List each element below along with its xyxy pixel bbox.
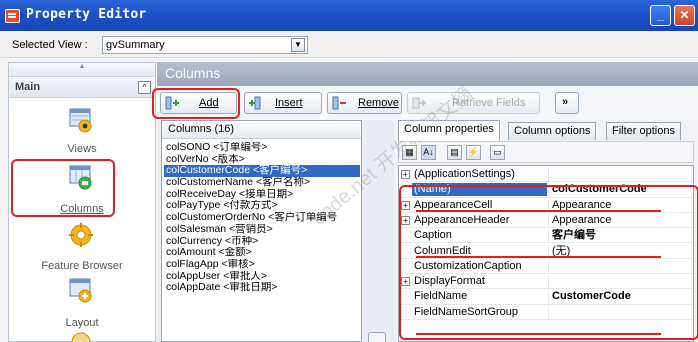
property-grid-toolbar: ▦ A↓ ▤ ⚡ ▭ [398, 141, 694, 163]
column-properties-panel: Column properties Column options Filter … [394, 120, 698, 342]
views-icon [66, 107, 96, 133]
partial-nav-icon [66, 332, 96, 342]
insert-button-label: Insert [275, 97, 303, 109]
annotation-fieldname-underline [416, 333, 661, 335]
nav-label-feature-browser: Feature Browser [41, 260, 123, 272]
minimize-button[interactable]: _ [650, 5, 671, 26]
nav-label-views: Views [67, 143, 97, 155]
more-actions-button[interactable]: » [555, 92, 579, 114]
list-item[interactable]: colSONO <订单编号> [164, 142, 360, 154]
feature-browser-icon [66, 222, 96, 248]
list-item[interactable]: colAppUser <审批人> [164, 271, 360, 283]
list-item[interactable]: colVerNo <版本> [164, 154, 360, 166]
columns-list-header: Columns (16) [162, 121, 361, 139]
properties-view-icon[interactable]: ▤ [447, 145, 462, 160]
navigation-panel: ▲ Main ^ Views Columns Feature Browser L… [8, 62, 156, 342]
expand-icon[interactable]: + [401, 170, 410, 179]
insert-button[interactable]: Insert [244, 92, 322, 114]
close-button[interactable]: ✕ [674, 5, 695, 26]
selected-view-label: Selected View : [12, 39, 88, 51]
annotation-properties-highlight [399, 185, 698, 340]
list-item[interactable]: colCustomerCode <客户编号> [164, 165, 360, 178]
list-item[interactable]: colCurrency <币种> [164, 236, 360, 248]
insert-column-icon [249, 96, 263, 110]
view-selector-row: Selected View : gvSummary ▼ [0, 31, 698, 58]
nav-group-main[interactable]: Main ^ [9, 78, 155, 98]
columns-list[interactable]: Columns (16) colSONO <订单编号> colVerNo <版本>… [161, 120, 362, 342]
more-actions-icon: » [562, 96, 569, 108]
window-title: Property Editor [26, 7, 147, 22]
scroll-up-button[interactable]: ▲ [9, 63, 155, 77]
app-icon [5, 9, 20, 23]
annotation-add-highlight [152, 88, 240, 119]
annotation-columns-highlight [11, 159, 115, 217]
property-tabs: Column properties Column options Filter … [398, 120, 698, 141]
list-item[interactable]: colFlagApp <审核> [164, 259, 360, 271]
tab-filter-options[interactable]: Filter options [606, 122, 681, 140]
remove-column-icon [332, 96, 346, 110]
property-pages-icon[interactable]: ▭ [490, 145, 505, 160]
nav-label-layout: Layout [65, 317, 99, 329]
list-item[interactable]: colAppDate <审批日期> [164, 282, 360, 294]
annotation-caption-underline [416, 256, 661, 258]
selected-view-combo[interactable]: gvSummary ▼ [102, 36, 308, 54]
collapse-icon[interactable]: ^ [138, 81, 151, 94]
remove-button-label: Remove [358, 97, 399, 109]
list-item[interactable]: colAmount <金额> [164, 247, 360, 259]
property-editor-window: Property Editor _ ✕ Selected View : gvSu… [0, 0, 698, 342]
property-row[interactable]: + (ApplicationSettings) [399, 167, 693, 183]
tab-column-properties[interactable]: Column properties [398, 120, 500, 141]
tab-column-options[interactable]: Column options [508, 122, 597, 140]
events-lightning-icon[interactable]: ⚡ [466, 145, 481, 160]
property-name: (ApplicationSettings) [414, 168, 515, 180]
chevron-down-icon[interactable]: ▼ [291, 38, 305, 52]
remove-button[interactable]: Remove [327, 92, 402, 114]
title-bar: Property Editor _ ✕ [0, 0, 698, 31]
list-item[interactable]: colSalesman <营销员> [164, 224, 360, 236]
property-value[interactable] [548, 168, 692, 181]
layout-icon [66, 277, 96, 303]
nav-group-label: Main [15, 81, 41, 93]
alphabetical-sort-icon[interactable]: A↓ [421, 145, 436, 160]
list-side-button[interactable] [368, 332, 386, 342]
page-title: Columns [165, 65, 221, 81]
annotation-name-underline [416, 210, 661, 212]
page-header: Columns [157, 62, 698, 86]
selected-view-value: gvSummary [106, 39, 165, 51]
